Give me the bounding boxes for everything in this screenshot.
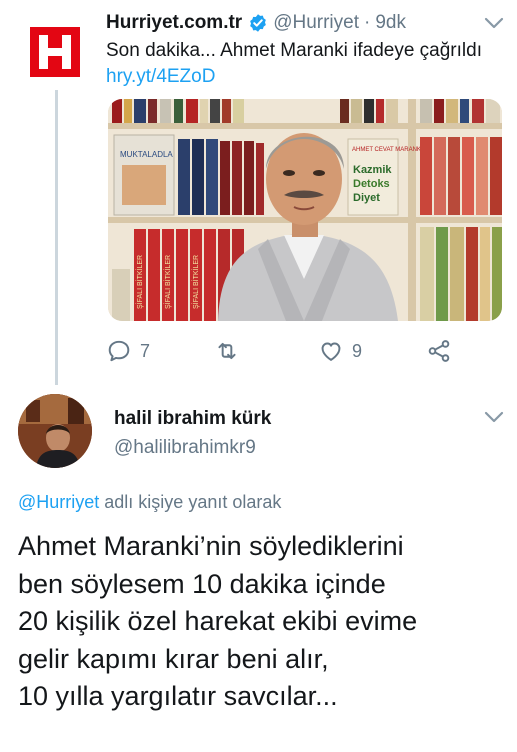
hurriyet-logo <box>30 27 80 77</box>
share-icon <box>428 340 450 362</box>
tweet-link[interactable]: hry.yt/4EZoD <box>106 66 215 87</box>
book-cover-text: Diyet <box>353 192 380 204</box>
book-spine-text: ŞİFALI BİTKİLER <box>191 255 200 309</box>
book-cover-text: Kazmik <box>353 164 392 176</box>
reply-text-line: 10 yılla yargılatır savcılar... <box>18 681 338 711</box>
book-cover-text: AHMET CEVAT MARANKİ <box>352 146 423 153</box>
book-spine-text: ŞİFALI BİTKİLER <box>163 255 172 309</box>
timestamp[interactable]: 9dk <box>375 12 406 34</box>
tweet-text: Son dakika... Ahmet Maranki ifadeye çağr… <box>106 38 486 90</box>
share-button[interactable] <box>426 336 452 366</box>
book-spine-text: ŞİFALI BİTKİLER <box>135 255 144 309</box>
book-cover-text: MUKTALADLA <box>120 150 173 159</box>
verified-badge-icon <box>250 14 267 32</box>
reply-text-line: Ahmet Maranki’nin söylediklerini <box>18 531 404 561</box>
thread-line <box>55 90 58 385</box>
tweet-text-body: Son dakika... Ahmet Maranki ifadeye çağr… <box>106 40 482 61</box>
reply-text-line: gelir kapımı kırar beni alır, <box>18 643 329 674</box>
like-count: 9 <box>352 340 363 361</box>
handle[interactable]: @halilibrahimkr9 <box>114 437 256 459</box>
reply-context-text: adlı kişiye yanıt olarak <box>99 492 282 512</box>
hurriyet-avatar[interactable] <box>27 24 83 80</box>
like-icon <box>321 342 341 361</box>
user-avatar[interactable] <box>18 394 92 468</box>
like-button[interactable]: 9 <box>318 336 362 366</box>
handle[interactable]: @Hurriyet <box>273 12 359 34</box>
tweet-header: Hurriyet.com.tr @Hurriyet · 9dk <box>106 10 506 36</box>
separator: · <box>364 12 371 33</box>
reply-context: @Hurriyet adlı kişiye yanıt olarak <box>18 492 281 513</box>
reply-text-line: 20 kişilik özel harekat ekibi evime <box>18 606 418 636</box>
photo-illustration: MUKTALADLA AHMET CEVAT MARANKİ Kazmik De… <box>108 99 502 321</box>
reply-mention-link[interactable]: @Hurriyet <box>18 492 99 512</box>
display-name[interactable]: Hurriyet.com.tr <box>106 12 242 34</box>
chevron-down-icon[interactable] <box>483 16 505 30</box>
reply-button[interactable]: 7 <box>106 336 150 366</box>
retweet-icon <box>218 342 236 360</box>
reply-count: 7 <box>140 340 151 361</box>
chevron-down-icon[interactable] <box>483 410 505 424</box>
reply-icon <box>108 340 130 362</box>
display-name[interactable]: halil ibrahim kürk <box>114 408 271 430</box>
retweet-button[interactable] <box>214 336 240 366</box>
tweet-photo[interactable]: MUKTALADLA AHMET CEVAT MARANKİ Kazmik De… <box>108 99 502 321</box>
reply-text-line: ben söylesem 10 dakika içinde <box>18 568 386 599</box>
tweet-actions: 7 9 <box>106 336 486 366</box>
book-cover-text: Detoks <box>353 178 390 190</box>
avatar-photo <box>18 394 92 468</box>
reply-text: Ahmet Maranki’nin söylediklerini ben söy… <box>18 528 513 716</box>
